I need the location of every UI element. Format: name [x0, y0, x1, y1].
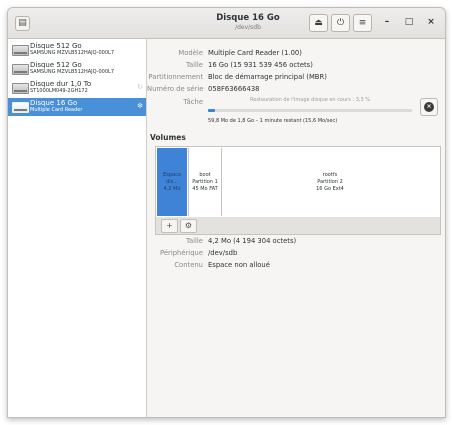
cancel-icon: ×: [424, 102, 434, 112]
task-detail-text: 59,8 Mo de 1,8 Go – 1 minute restant (15…: [208, 118, 338, 124]
power-icon: ⏻: [336, 18, 345, 28]
drive-model: SAMSUNG MZVLB512HAJQ-000L7: [30, 69, 115, 75]
cancel-task-button[interactable]: ×: [420, 98, 438, 116]
header-bar: ▤ Disque 16 Go /dev/sdb ⏏ ⏻ ≡ – □ ×: [8, 8, 445, 39]
serial-value: 058F63666438: [208, 85, 260, 93]
power-off-button[interactable]: ⏻: [331, 14, 350, 32]
contents-value: Espace non alloué: [208, 261, 270, 269]
volume-line1: boot: [199, 172, 211, 178]
window-subtitle: /dev/sdb: [235, 24, 261, 31]
add-partition-button[interactable]: +: [161, 219, 178, 233]
hard-disk-icon: [12, 83, 29, 94]
drive-item[interactable]: Disque 512 Go SAMSUNG MZVLB512HAJQ-000L7: [8, 60, 146, 78]
gears-icon: ⚙: [184, 221, 193, 230]
drive-item-selected[interactable]: Disque 16 Go Multiple Card Reader ✻: [8, 98, 146, 116]
drive-menu-button[interactable]: ≡: [353, 14, 372, 32]
minimize-icon[interactable]: –: [380, 15, 394, 29]
model-value: Multiple Card Reader (1.00): [208, 49, 302, 57]
contents-label: Contenu: [174, 261, 203, 269]
volume-line2: Partition 1: [192, 179, 218, 185]
volumes-heading: Volumes: [150, 133, 186, 142]
drive-list-sidebar: Disque 512 Go SAMSUNG MZVLB512HAJQ-000L7…: [8, 39, 147, 417]
drive-item[interactable]: Disque dur 1,0 To ST1000LM049-2GH172 ↻: [8, 79, 146, 97]
maximize-icon[interactable]: □: [402, 15, 416, 29]
volume-line1: Espace dis...: [163, 172, 181, 185]
disks-window: ▤ Disque 16 Go /dev/sdb ⏏ ⏻ ≡ – □ × Disq…: [7, 7, 446, 418]
close-icon[interactable]: ×: [424, 15, 438, 29]
volume-size-value: 4,2 Mo (4 194 304 octets): [208, 237, 297, 245]
menu-icon: ≡: [358, 18, 367, 28]
partition-options-button[interactable]: ⚙: [180, 219, 197, 233]
drive-name: Disque 16 Go: [30, 99, 78, 107]
spinner-icon: ✻: [137, 102, 143, 110]
task-status-text: Restauration de l'image disque en cours …: [250, 97, 370, 103]
size-label: Taille: [185, 61, 203, 69]
hard-disk-icon: [12, 45, 29, 56]
eject-button[interactable]: ⏏: [309, 14, 328, 32]
volume-size-label: Taille: [185, 237, 203, 245]
volume-line3: 45 Mo FAT: [192, 186, 218, 192]
volume-line3: 16 Go Ext4: [316, 186, 344, 192]
eject-icon: ⏏: [314, 18, 323, 28]
drive-name: Disque dur 1,0 To: [30, 80, 92, 88]
task-label: Tâche: [183, 98, 203, 106]
device-value: /dev/sdb: [208, 249, 238, 257]
drive-model: SAMSUNG MZVLB512HAJQ-000L7: [30, 50, 115, 56]
partitioning-value: Bloc de démarrage principal (MBR): [208, 73, 327, 81]
device-label: Périphérique: [159, 249, 203, 257]
serial-label: Numéro de série: [147, 85, 204, 93]
task-progress-fill: [208, 109, 215, 112]
drive-model: Multiple Card Reader: [30, 107, 83, 113]
size-value: 16 Go (15 931 539 456 octets): [208, 61, 313, 69]
sidebar-toggle-icon[interactable]: ▤: [15, 16, 30, 31]
spinner-icon: ↻: [137, 83, 143, 91]
task-progress-bar: [208, 109, 412, 112]
volume-line2: Partition 2: [317, 179, 343, 185]
drive-model: ST1000LM049-2GH172: [30, 88, 88, 94]
volume-line1: rootfs: [322, 172, 338, 178]
volume-free-space[interactable]: Espace dis... 4,2 Mo: [157, 148, 187, 216]
hard-disk-icon: [12, 64, 29, 75]
volume-partition-boot[interactable]: boot Partition 1 45 Mo FAT: [188, 148, 222, 216]
drive-details-pane: Modèle Multiple Card Reader (1.00) Taill…: [147, 39, 445, 417]
drive-item[interactable]: Disque 512 Go SAMSUNG MZVLB512HAJQ-000L7: [8, 41, 146, 59]
volumes-map: Espace dis... 4,2 Mo boot Partition 1 45…: [155, 146, 441, 218]
drive-name: Disque 512 Go: [30, 42, 82, 50]
volume-line2: 4,2 Mo: [163, 186, 181, 192]
volume-partition-rootfs[interactable]: rootfs Partition 2 16 Go Ext4: [221, 148, 439, 216]
card-reader-icon: [12, 102, 29, 113]
partitioning-label: Partitionnement: [148, 73, 203, 81]
window-title: Disque 16 Go: [216, 13, 280, 23]
drive-name: Disque 512 Go: [30, 61, 82, 69]
volumes-toolbar: + ⚙: [155, 217, 441, 235]
model-label: Modèle: [178, 49, 203, 57]
